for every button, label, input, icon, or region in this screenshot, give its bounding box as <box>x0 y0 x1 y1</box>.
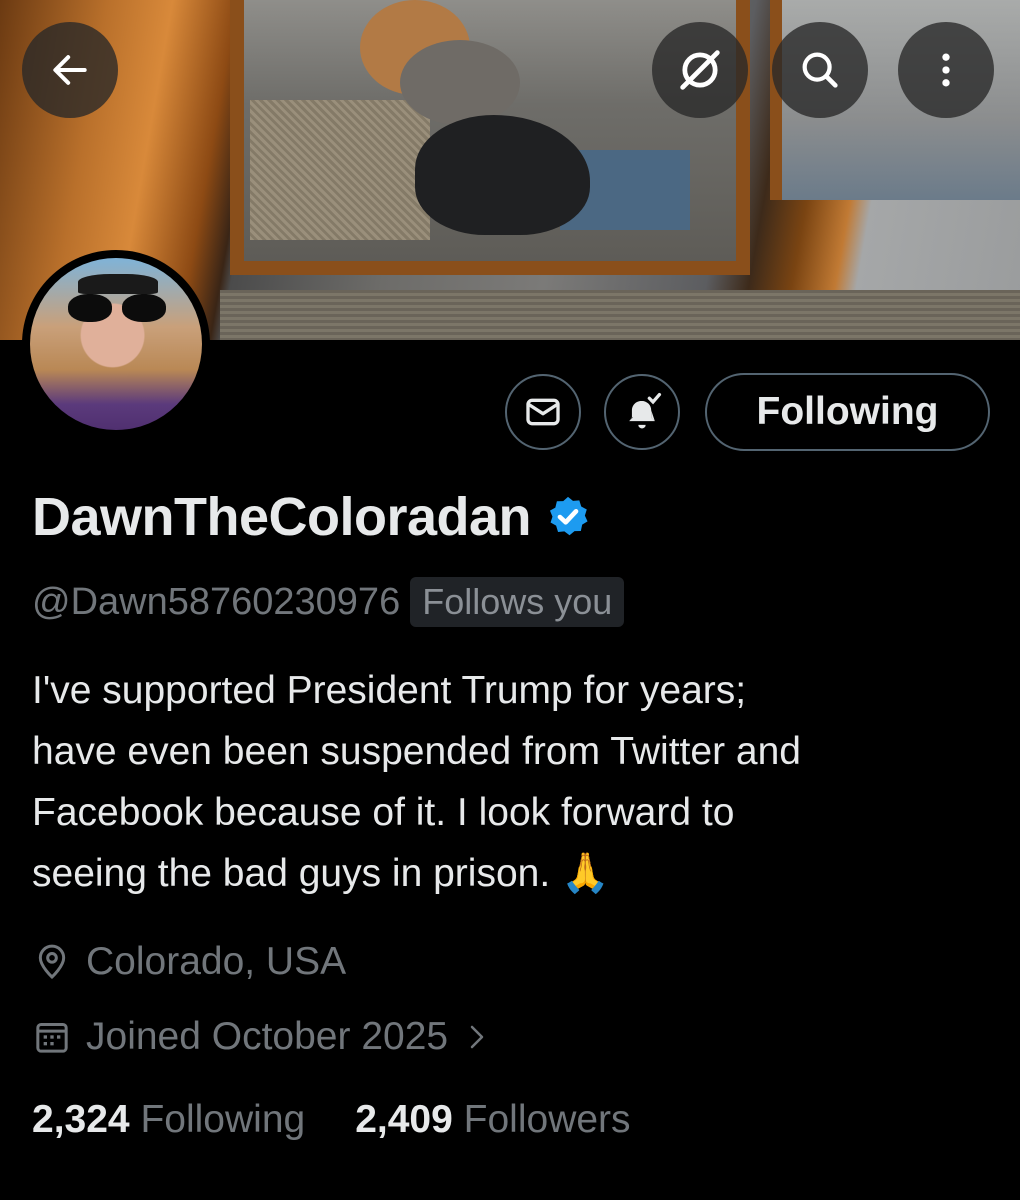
grok-button[interactable] <box>652 22 748 118</box>
following-label: Following <box>140 1098 306 1141</box>
location-row: Colorado, USA <box>32 940 346 984</box>
followers-count: 2,409 <box>355 1098 453 1141</box>
notifications-button[interactable] <box>604 374 680 450</box>
follows-you-badge: Follows you <box>410 577 625 627</box>
calendar-icon <box>36 1022 68 1053</box>
arrow-left-icon <box>53 55 87 85</box>
more-options-button[interactable] <box>898 22 994 118</box>
following-button[interactable]: Following <box>705 373 990 451</box>
message-button[interactable] <box>505 374 581 450</box>
follow-stats: 2,324 Following 2,409 Followers <box>32 1098 631 1142</box>
avatar[interactable] <box>22 250 210 438</box>
grok-icon <box>680 50 720 90</box>
chevron-right-icon <box>470 1025 484 1049</box>
bell-check-icon <box>629 392 662 429</box>
envelope-icon <box>526 398 560 426</box>
display-name-row: DawnTheColoradan <box>32 486 591 548</box>
verified-badge-icon[interactable] <box>545 494 591 540</box>
bio: I've supported President Trump for years… <box>32 669 801 895</box>
search-button[interactable] <box>772 22 868 118</box>
back-button[interactable] <box>22 22 118 118</box>
followers-stat[interactable]: 2,409 Followers <box>355 1098 630 1142</box>
location-pin-icon <box>38 944 66 980</box>
joined-row[interactable]: Joined October 2025 <box>32 1015 492 1059</box>
handle: @Dawn58760230976 <box>32 580 401 623</box>
display-name: DawnTheColoradan <box>32 487 532 547</box>
handle-row: @Dawn58760230976 Follows you <box>32 577 625 627</box>
joined-date: Joined October 2025 <box>86 1015 449 1058</box>
location: Colorado, USA <box>86 940 347 983</box>
more-vertical-icon <box>942 53 950 87</box>
following-stat[interactable]: 2,324 Following <box>32 1098 305 1142</box>
following-count: 2,324 <box>32 1098 130 1141</box>
followers-label: Followers <box>463 1098 631 1141</box>
search-icon <box>802 52 838 88</box>
